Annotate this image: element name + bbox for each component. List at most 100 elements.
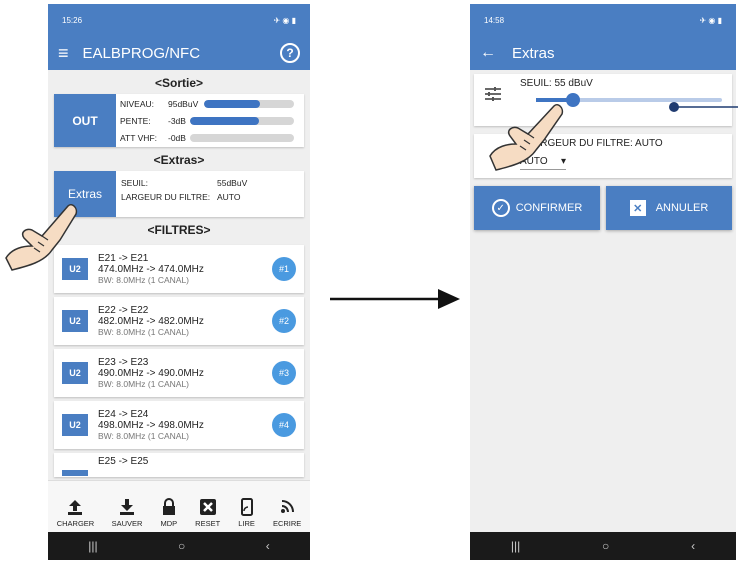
sauver-button[interactable]: SAUVER bbox=[111, 498, 143, 528]
filter-text: E23 -> E23 490.0MHz -> 490.0MHz BW: 8.0MHz… bbox=[98, 357, 272, 390]
sauver-label: SAUVER bbox=[111, 519, 143, 528]
largeur-label: LARGEUR DU FILTRE: bbox=[121, 192, 211, 202]
filter-bandwidth: BW: 8.0MHz (1 CANAL) bbox=[98, 378, 190, 389]
sortie-title: <Sortie> bbox=[154, 76, 204, 90]
filter-text: E22 -> E22 482.0MHz -> 482.0MHz BW: 8.0MHz… bbox=[98, 305, 272, 338]
pente-value: -3dB bbox=[168, 115, 186, 126]
app-bar: ≡ EALBPROG/NFC ? bbox=[48, 36, 310, 70]
bottom-toolbar: CHARGER SAUVER MDP RESET LIRE ECRIRE bbox=[48, 480, 310, 532]
home-icon[interactable]: ○ bbox=[178, 539, 185, 553]
extras-card: Extras SEUIL: 55dBuV LARGEUR DU FILTRE: … bbox=[54, 171, 304, 217]
home-icon[interactable]: ○ bbox=[602, 539, 609, 553]
system-navbar: ||| ○ ‹ bbox=[48, 532, 310, 560]
charger-label: CHARGER bbox=[56, 519, 95, 528]
lock-icon bbox=[162, 498, 175, 515]
menu-icon[interactable]: ≡ bbox=[58, 43, 69, 64]
ecrire-button[interactable]: ECRIRE bbox=[273, 498, 301, 528]
pente-bar[interactable] bbox=[190, 116, 294, 125]
recents-icon[interactable]: ||| bbox=[511, 539, 520, 553]
callout-line bbox=[669, 102, 738, 112]
charger-button[interactable]: CHARGER bbox=[56, 498, 95, 528]
ecrire-label: ECRIRE bbox=[272, 519, 302, 528]
cancel-button[interactable]: ✕ ANNULER bbox=[606, 186, 732, 230]
filter-item[interactable]: U2 E21 -> E21 474.0MHz -> 474.0MHz BW: 8.0M… bbox=[54, 245, 304, 293]
band-badge: U2 bbox=[62, 414, 88, 436]
niveau-value: 95dBuV bbox=[168, 98, 199, 109]
filter-channels: E25 -> E25 bbox=[98, 456, 149, 467]
back-arrow-icon[interactable]: ← bbox=[480, 44, 496, 62]
sortie-card: OUT NIVEAU: 95dBuV PENTE: -3dB ATT VHF: … bbox=[54, 94, 304, 147]
close-box-icon: ✕ bbox=[629, 200, 646, 216]
filter-frequency: 482.0MHz -> 482.0MHz bbox=[98, 315, 204, 327]
lire-button[interactable]: LIRE bbox=[238, 498, 256, 528]
att-vhf-label: ATT VHF: bbox=[120, 132, 157, 143]
app-title: Extras bbox=[512, 44, 555, 62]
cancel-label: ANNULER bbox=[655, 202, 709, 214]
status-time: 15:26 bbox=[62, 15, 83, 25]
extras-title: <Extras> bbox=[153, 153, 205, 167]
nfc-write-icon bbox=[281, 500, 295, 513]
largeur-row: LARGEUR DU FILTRE: AUTO bbox=[121, 192, 299, 202]
niveau-row: NIVEAU: 95dBuV bbox=[120, 95, 300, 112]
recents-icon[interactable]: ||| bbox=[88, 539, 97, 553]
phone-screen-right: 14:58 ✈ ◉ ▮ ← Extras SEUIL: 55 dBuV LARG… bbox=[470, 4, 736, 560]
filter-number-badge[interactable]: #1 bbox=[272, 257, 296, 281]
out-button[interactable]: OUT bbox=[54, 94, 116, 147]
app-title: EALBPROG/NFC bbox=[82, 44, 201, 62]
att-vhf-row: ATT VHF: -0dB bbox=[120, 129, 300, 146]
pente-label: PENTE: bbox=[120, 115, 151, 126]
tap-hand-icon bbox=[5, 203, 78, 271]
filter-frequency: 490.0MHz -> 490.0MHz bbox=[98, 367, 204, 379]
filter-list: U2 E21 -> E21 474.0MHz -> 474.0MHz BW: 8.0M… bbox=[48, 245, 310, 477]
niveau-bar[interactable] bbox=[204, 99, 294, 108]
status-bar: 15:26 ✈ ◉ ▮ bbox=[48, 4, 310, 36]
reset-label: RESET bbox=[195, 519, 221, 528]
filter-number-badge[interactable]: #4 bbox=[272, 413, 296, 437]
seuil-value: 55dBuV bbox=[217, 178, 248, 188]
filter-bandwidth: BW: 8.0MHz (1 CANAL) bbox=[98, 326, 190, 337]
niveau-label: NIVEAU: bbox=[120, 98, 155, 109]
filter-item[interactable]: E25 -> E25 bbox=[54, 453, 304, 477]
seuil-label: SEUIL: bbox=[121, 178, 148, 188]
filter-text: E21 -> E21 474.0MHz -> 474.0MHz BW: 8.0MHz… bbox=[98, 253, 272, 286]
mdp-button[interactable]: MDP bbox=[160, 498, 178, 528]
upload-icon bbox=[68, 500, 83, 515]
reset-button[interactable]: RESET bbox=[195, 498, 220, 528]
filter-bandwidth: BW: 8.0MHz (1 CANAL) bbox=[98, 274, 190, 285]
confirm-label: CONFIRMER bbox=[515, 202, 583, 214]
band-badge: U2 bbox=[62, 310, 88, 332]
tap-hand-icon bbox=[489, 103, 564, 171]
seuil-text: SEUIL: 55 dBuV bbox=[520, 78, 593, 89]
band-badge bbox=[62, 470, 88, 476]
filter-number-badge[interactable]: #2 bbox=[272, 309, 296, 333]
filter-frequency: 498.0MHz -> 498.0MHz bbox=[98, 419, 204, 431]
seuil-row: SEUIL: 55dBuV bbox=[121, 174, 299, 192]
filter-text: E24 -> E24 498.0MHz -> 498.0MHz BW: 8.0MHz… bbox=[98, 409, 272, 442]
filter-frequency: 474.0MHz -> 474.0MHz bbox=[98, 263, 204, 275]
app-bar: ← Extras bbox=[470, 36, 736, 70]
att-vhf-bar[interactable] bbox=[190, 133, 294, 142]
help-icon[interactable]: ? bbox=[280, 43, 300, 63]
lire-label: LIRE bbox=[238, 519, 255, 528]
filter-item[interactable]: U2 E24 -> E24 498.0MHz -> 498.0MHz BW: 8.0M… bbox=[54, 401, 304, 449]
filter-bandwidth: BW: 8.0MHz (1 CANAL) bbox=[98, 430, 190, 441]
back-icon[interactable]: ‹ bbox=[691, 539, 695, 553]
slider-thumb[interactable] bbox=[566, 93, 581, 107]
phone-screen-left: 15:26 ✈ ◉ ▮ ≡ EALBPROG/NFC ? <Sortie> OU… bbox=[48, 4, 310, 560]
pente-row: PENTE: -3dB bbox=[120, 112, 300, 129]
check-circle-icon: ✓ bbox=[491, 199, 510, 217]
filter-item[interactable]: U2 E23 -> E23 490.0MHz -> 490.0MHz BW: 8.0M… bbox=[54, 349, 304, 397]
download-icon bbox=[120, 499, 134, 515]
filter-channels: E22 -> E22 bbox=[98, 304, 149, 316]
filter-number-badge[interactable]: #3 bbox=[272, 361, 296, 385]
filter-text: E25 -> E25 bbox=[98, 456, 296, 467]
close-box-icon bbox=[199, 499, 216, 515]
confirm-button[interactable]: ✓ CONFIRMER bbox=[474, 186, 600, 230]
filter-item[interactable]: U2 E22 -> E22 482.0MHz -> 482.0MHz BW: 8.0M… bbox=[54, 297, 304, 345]
back-icon[interactable]: ‹ bbox=[266, 539, 270, 553]
status-icons: ✈ ◉ ▮ bbox=[273, 15, 296, 25]
filtres-title: <FILTRES> bbox=[147, 223, 211, 237]
arrow-icon bbox=[330, 289, 460, 309]
filter-channels: E21 -> E21 bbox=[98, 252, 149, 264]
filter-channels: E23 -> E23 bbox=[98, 356, 149, 368]
